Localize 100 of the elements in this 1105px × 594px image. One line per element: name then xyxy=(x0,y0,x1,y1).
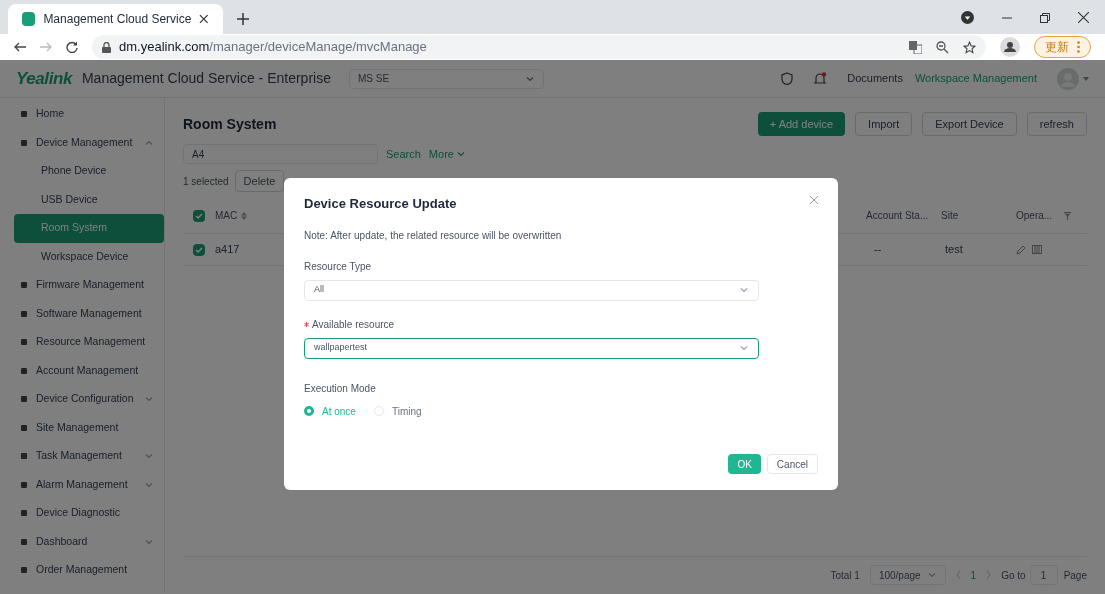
search-link[interactable]: Search xyxy=(386,145,421,163)
column-header[interactable]: Opera... xyxy=(1016,208,1056,223)
close-icon[interactable] xyxy=(199,14,209,24)
radio-option[interactable]: Timing xyxy=(373,403,422,419)
reload-icon[interactable] xyxy=(66,41,78,53)
refresh-button[interactable]: refresh xyxy=(1026,112,1087,136)
menu-item[interactable]: Task Management xyxy=(0,442,164,471)
update-button[interactable]: 更新 xyxy=(1034,36,1091,58)
add-device-button[interactable]: + Add device xyxy=(757,112,846,136)
submenu-item[interactable]: USB Device xyxy=(14,185,164,214)
square-icon xyxy=(20,452,28,461)
page-size-select[interactable]: 100/page xyxy=(869,565,946,585)
sort-icon[interactable] xyxy=(241,211,248,220)
menu-item[interactable]: Order Management xyxy=(0,556,164,585)
shield-icon[interactable] xyxy=(781,72,794,85)
chevron-down-icon xyxy=(739,343,749,353)
square-icon xyxy=(20,395,28,404)
selection-count: 1 selected xyxy=(183,174,229,189)
delete-button[interactable]: Delete xyxy=(234,170,285,192)
total-count: Total 1 xyxy=(830,568,860,583)
export-device-button[interactable]: Export Device xyxy=(922,112,1017,136)
search-field[interactable]: A4 xyxy=(183,144,378,164)
submenu-item[interactable]: Workspace Device xyxy=(14,242,164,271)
page-title: Room System xyxy=(183,114,277,134)
menu-item[interactable]: Firmware Management xyxy=(0,271,164,300)
ok-button[interactable]: OK xyxy=(728,454,761,474)
browser-tab[interactable]: Management Cloud Service xyxy=(8,4,223,34)
tab-title: Management Cloud Service xyxy=(43,11,192,28)
filter-icon[interactable] xyxy=(1064,211,1071,220)
documents-link[interactable]: Documents xyxy=(847,70,903,87)
submenu-item[interactable]: Phone Device xyxy=(14,157,164,186)
address-bar[interactable]: dm.yealink.com/manager/deviceManage/mvcManage xyxy=(92,35,986,59)
extension-icon[interactable] xyxy=(961,11,974,24)
grid-icon[interactable] xyxy=(1032,245,1042,254)
organization-select[interactable]: MS SE xyxy=(348,68,544,89)
menu-item[interactable]: Software Management xyxy=(0,299,164,328)
close-icon[interactable] xyxy=(1078,12,1089,23)
required-icon xyxy=(304,321,309,327)
back-icon[interactable] xyxy=(14,41,26,53)
dialog-title: Device Resource Update xyxy=(304,195,457,213)
field-label: Resource Type xyxy=(304,259,372,274)
cancel-button[interactable]: Cancel xyxy=(766,454,818,474)
square-icon xyxy=(20,281,28,290)
menu-item[interactable]: Dashboard xyxy=(0,527,164,556)
field-label: Execution Mode xyxy=(304,381,377,396)
zoom-out-icon[interactable] xyxy=(936,40,949,54)
translate-icon[interactable] xyxy=(909,40,922,54)
page-input[interactable]: 1 xyxy=(1029,565,1058,585)
select-field[interactable]: All xyxy=(304,279,759,301)
profile-icon[interactable] xyxy=(1000,37,1020,57)
lock-icon xyxy=(102,41,111,53)
square-icon xyxy=(20,423,28,432)
checkbox[interactable] xyxy=(193,209,205,222)
restore-icon[interactable] xyxy=(1040,12,1050,23)
menu-item[interactable]: Device Diagnostic xyxy=(0,499,164,528)
star-icon[interactable] xyxy=(963,40,976,54)
square-icon xyxy=(20,509,28,518)
square-icon xyxy=(20,338,28,347)
menu-item[interactable]: Device Configuration xyxy=(0,385,164,414)
column-header[interactable]: Site xyxy=(941,208,1016,223)
square-icon xyxy=(20,309,28,318)
radio-option[interactable]: At once xyxy=(304,403,356,419)
submenu-item[interactable]: Room System xyxy=(14,214,164,243)
menu-item[interactable]: Home xyxy=(0,100,164,129)
dialog-note: Note: After update, the related resource will be overwritten xyxy=(304,228,563,243)
logo: Yealink xyxy=(16,67,72,90)
field-label: Available resource xyxy=(312,317,395,332)
menu-item[interactable]: Site Management xyxy=(0,413,164,442)
new-tab-icon[interactable] xyxy=(237,13,249,25)
chevron-down-icon xyxy=(926,570,937,580)
more-vertical-icon xyxy=(1077,41,1080,53)
import-button[interactable]: Import xyxy=(855,112,913,136)
page-label: Page xyxy=(1063,568,1087,583)
square-icon xyxy=(20,366,28,375)
square-icon xyxy=(20,110,28,119)
menu-item[interactable]: Alarm Management xyxy=(0,470,164,499)
chevron-down-icon xyxy=(455,149,466,159)
column-header[interactable]: Account Sta... xyxy=(866,208,941,223)
url-text: dm.yealink.com/manager/deviceManage/mvcManage xyxy=(119,38,427,57)
menu-item[interactable]: Account Management xyxy=(0,356,164,385)
table-cell: test xyxy=(945,243,963,256)
workspace-management-link[interactable]: Workspace Management xyxy=(914,70,1037,87)
square-icon xyxy=(20,537,28,546)
table-cell: a417 xyxy=(215,243,240,256)
column-header[interactable]: MAC xyxy=(215,208,238,223)
forward-icon[interactable] xyxy=(40,41,52,53)
checkbox[interactable] xyxy=(193,243,205,256)
caret-down-icon[interactable] xyxy=(1083,76,1089,81)
square-icon xyxy=(20,138,28,147)
bell-icon[interactable] xyxy=(813,71,828,86)
select-field[interactable]: wallpapertest xyxy=(304,337,759,359)
table-cell: -- xyxy=(874,243,882,256)
edit-icon[interactable] xyxy=(1016,244,1026,255)
page-number[interactable]: 1 xyxy=(970,567,977,583)
favicon-icon xyxy=(22,12,36,26)
square-icon xyxy=(20,480,28,489)
menu-item[interactable]: Resource Management xyxy=(0,328,164,357)
more-link[interactable]: More xyxy=(428,145,466,163)
menu-item[interactable]: Device Management xyxy=(0,128,164,157)
app-title: Management Cloud Service - Enterprise xyxy=(81,69,331,88)
